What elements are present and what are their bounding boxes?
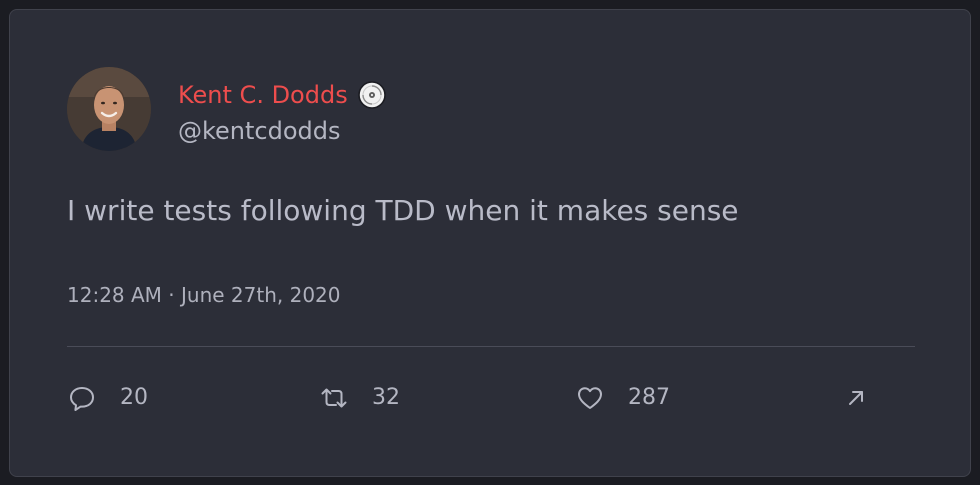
reply-button[interactable]: 20 <box>68 380 148 416</box>
author-name[interactable]: Kent C. Dodds <box>178 79 348 111</box>
disc-icon <box>357 81 386 109</box>
author-handle[interactable]: @kentcdodds <box>178 115 341 147</box>
tweet-timestamp[interactable]: 12:28 AM · June 27th, 2020 <box>67 281 341 309</box>
divider <box>67 346 915 347</box>
retweet-icon <box>320 384 348 412</box>
like-count: 287 <box>628 385 670 410</box>
tweet-card: Kent C. Dodds @kentcdodds I write tests … <box>9 9 971 477</box>
external-link-arrow-icon <box>842 384 870 412</box>
avatar[interactable] <box>67 67 151 151</box>
reply-count: 20 <box>120 385 148 410</box>
author-row: Kent C. Dodds <box>178 79 386 111</box>
reply-icon <box>68 384 96 412</box>
like-button[interactable]: 287 <box>576 380 670 416</box>
retweet-button[interactable]: 32 <box>320 380 400 416</box>
heart-icon <box>576 384 604 412</box>
tweet-text: I write tests following TDD when it make… <box>67 194 739 227</box>
open-tweet-button[interactable] <box>842 380 870 416</box>
avatar-photo <box>67 67 151 151</box>
retweet-count: 32 <box>372 385 400 410</box>
